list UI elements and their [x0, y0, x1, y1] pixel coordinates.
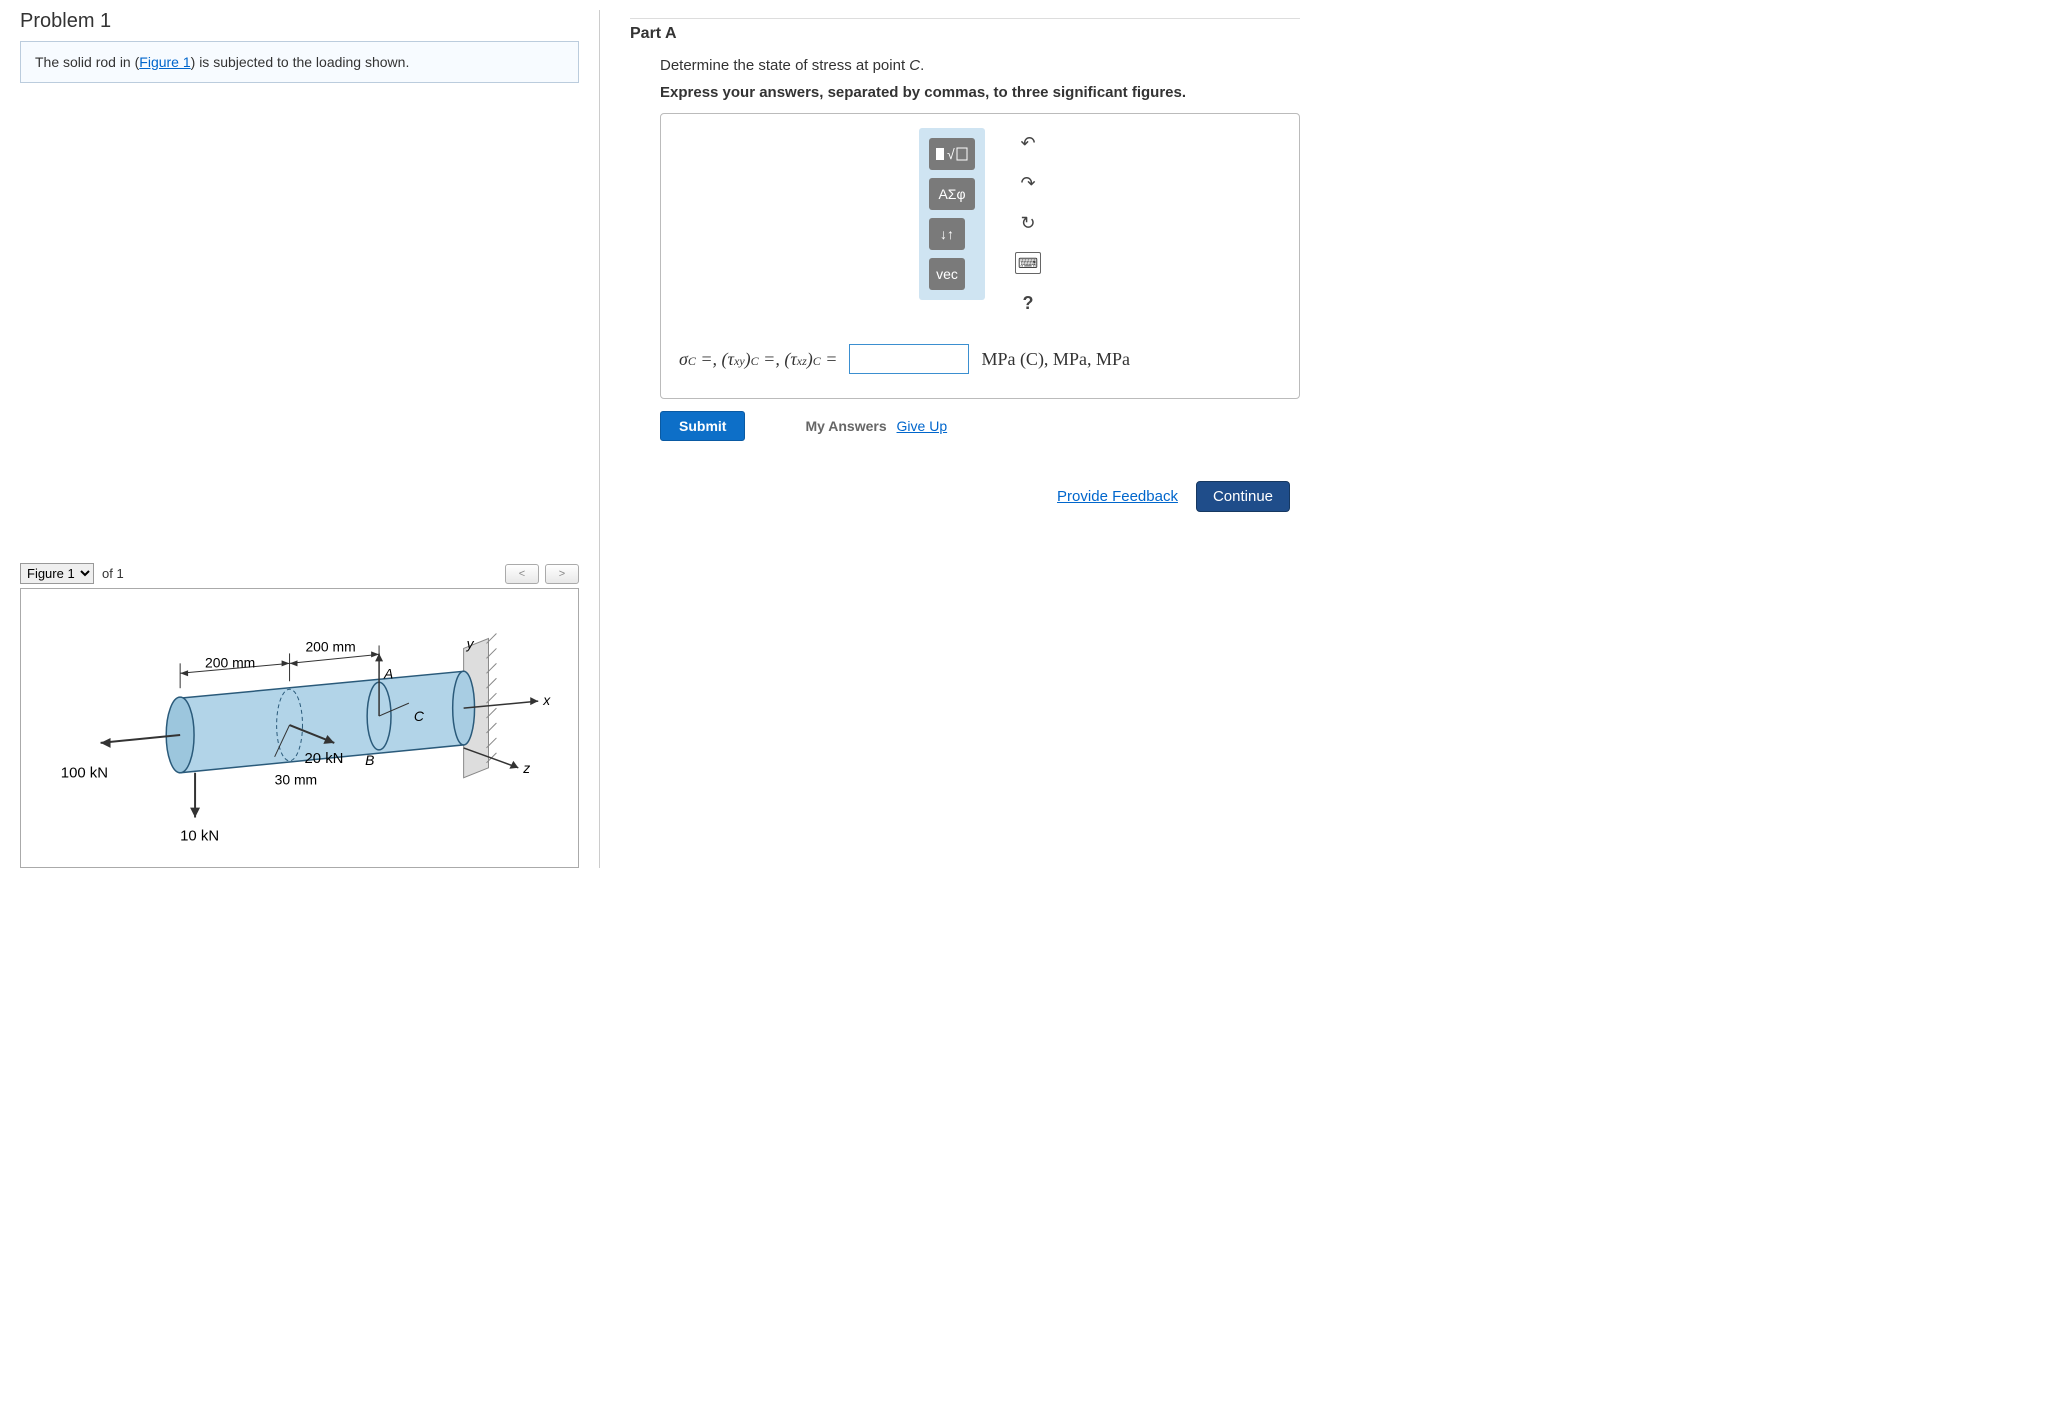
provide-feedback-link[interactable]: Provide Feedback: [1057, 488, 1178, 505]
axis-y-label: y: [466, 635, 475, 651]
answer-formula-label: σC =, (τxy)C =, (τxz)C =: [679, 349, 837, 370]
answer-input[interactable]: [849, 344, 969, 374]
submit-button[interactable]: Submit: [660, 411, 745, 441]
prompt-text-pre: The solid rod in (: [35, 54, 139, 70]
point-B-label: B: [365, 752, 374, 768]
radius-label: 30 mm: [275, 772, 318, 788]
figure-prev-button[interactable]: <: [505, 564, 539, 584]
figure-next-button[interactable]: >: [545, 564, 579, 584]
answer-units: MPa (C), MPa, MPa: [981, 349, 1130, 370]
my-answers-label: My Answers: [805, 418, 886, 434]
continue-button[interactable]: Continue: [1196, 481, 1290, 512]
point-A-label: A: [383, 665, 393, 681]
part-a-instruction: Determine the state of stress at point C…: [660, 57, 1300, 74]
editor-controls: ↶ ↷ ↻ ⌨ ?: [1015, 128, 1041, 314]
sqrt-tool-button[interactable]: √: [929, 138, 975, 170]
force-100kN-label: 100 kN: [61, 766, 108, 782]
redo-icon[interactable]: ↷: [1015, 172, 1041, 194]
reset-icon[interactable]: ↻: [1015, 212, 1041, 234]
vector-tool-button[interactable]: vec: [929, 258, 965, 290]
greek-tool-button[interactable]: ΑΣφ: [929, 178, 975, 210]
dim-200mm-1: 200 mm: [205, 654, 255, 670]
answer-box: √ ΑΣφ ↓↑ vec ↶ ↷ ↻ ⌨ ? σC =, (τxy)C =, (…: [660, 113, 1300, 399]
part-a-format-instruction: Express your answers, separated by comma…: [660, 84, 1300, 101]
undo-icon[interactable]: ↶: [1015, 132, 1041, 154]
axis-z-label: z: [522, 760, 530, 776]
problem-prompt: The solid rod in (Figure 1) is subjected…: [20, 41, 579, 83]
prompt-text-post: ) is subjected to the loading shown.: [191, 54, 410, 70]
point-C-label: C: [414, 708, 425, 724]
figure-count-label: of 1: [102, 566, 124, 581]
figure-image: A C B y x z 200 mm 2: [20, 588, 579, 868]
help-icon[interactable]: ?: [1015, 292, 1041, 314]
figure-toolbar: Figure 1 of 1 < >: [20, 563, 579, 584]
dim-200mm-2: 200 mm: [305, 638, 355, 654]
give-up-link[interactable]: Give Up: [897, 418, 948, 434]
keyboard-icon[interactable]: ⌨: [1015, 252, 1041, 274]
problem-title: Problem 1: [20, 10, 579, 33]
force-10kN-label: 10 kN: [180, 828, 219, 844]
subscript-tool-button[interactable]: ↓↑: [929, 218, 965, 250]
part-a-header: Part A: [630, 18, 1300, 43]
svg-text:√: √: [947, 146, 955, 162]
figure-select[interactable]: Figure 1: [20, 563, 94, 584]
figure-link[interactable]: Figure 1: [139, 54, 190, 70]
equation-toolbar: √ ΑΣφ ↓↑ vec: [919, 128, 985, 300]
figure-panel: Figure 1 of 1 < >: [20, 563, 579, 868]
axis-x-label: x: [542, 692, 551, 708]
force-20kN-label: 20 kN: [304, 751, 343, 767]
